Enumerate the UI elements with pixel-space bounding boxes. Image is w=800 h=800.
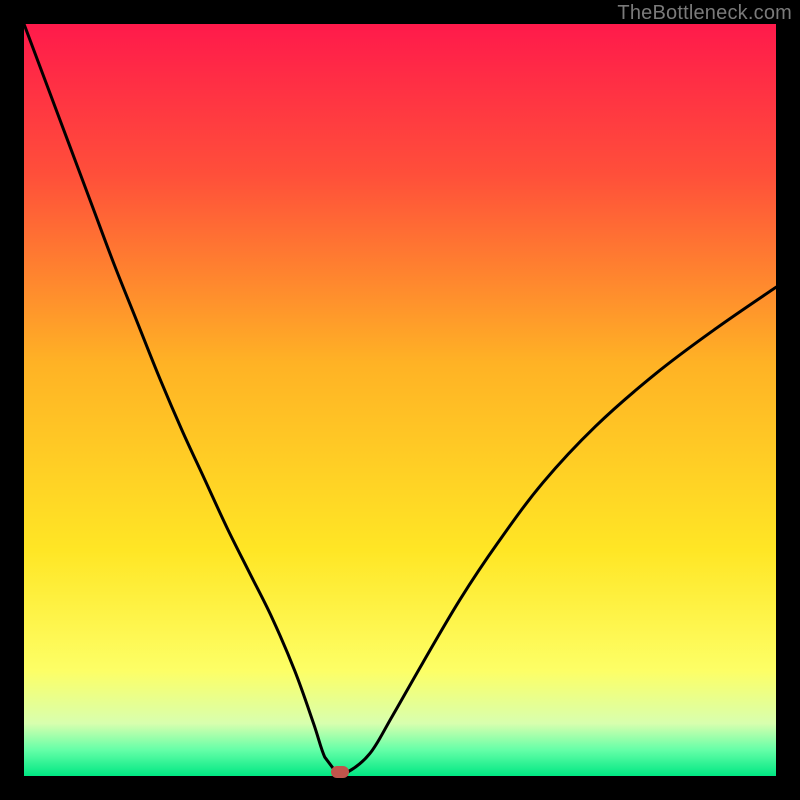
watermark-text: TheBottleneck.com <box>617 2 792 25</box>
bottleneck-plot <box>24 24 776 776</box>
chart-frame <box>24 24 776 776</box>
optimum-marker <box>331 766 349 778</box>
gradient-background <box>24 24 776 776</box>
